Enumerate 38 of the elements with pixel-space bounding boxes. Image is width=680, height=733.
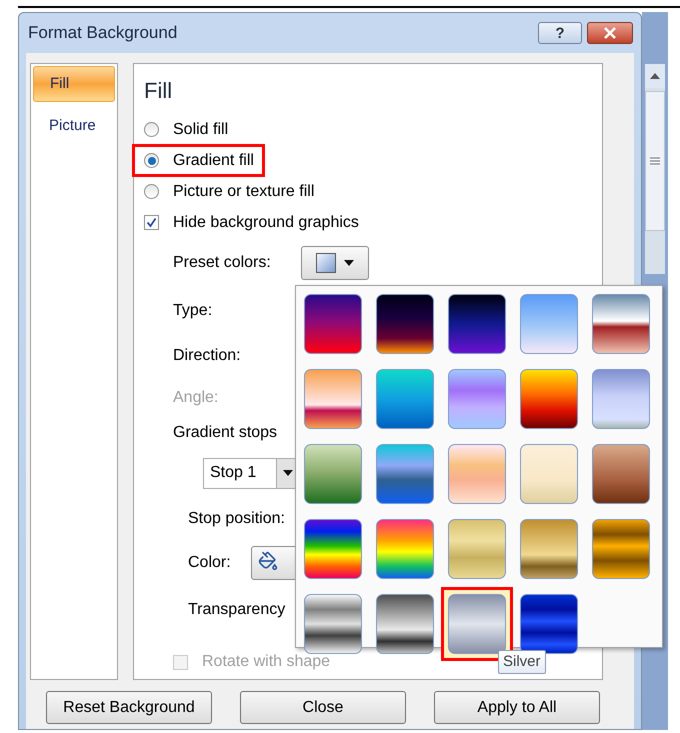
scrollbar-drawing[interactable] (645, 64, 665, 274)
checkbox[interactable] (144, 215, 159, 230)
option-label: Picture or texture fill (173, 182, 314, 202)
field-label: Transparency (188, 600, 286, 620)
radio-button[interactable] (144, 122, 159, 137)
field-label: Gradient stops (173, 423, 278, 443)
field-label: Color: (188, 553, 231, 573)
field-label: Type: (173, 300, 212, 320)
section-title: Fill (144, 77, 174, 105)
close-icon (603, 27, 617, 39)
category-tab[interactable]: Picture (33, 108, 115, 144)
fill-option[interactable]: Solid fill (132, 113, 240, 146)
field-label: Preset colors: (173, 253, 272, 273)
field-label: Stop position: (188, 509, 285, 529)
field-label: Angle: (173, 388, 218, 408)
gradient-swatch-icon (316, 253, 336, 273)
option-label: Gradient fill (173, 150, 254, 170)
caret-icon (282, 470, 292, 476)
paint-bucket-icon (258, 551, 278, 571)
dialog-button[interactable]: Apply to All (434, 691, 600, 724)
caret-icon (344, 260, 354, 266)
fill-option[interactable]: Picture or texture fill (132, 175, 326, 208)
option-label: Solid fill (173, 120, 228, 140)
radio-button[interactable] (144, 153, 159, 168)
checkbox-label: Rotate with shape (202, 652, 330, 672)
field-label: Direction: (173, 346, 241, 366)
category-tab[interactable]: Fill (33, 66, 115, 102)
fill-option[interactable]: Gradient fill (132, 144, 265, 177)
close-button[interactable] (587, 22, 633, 44)
preset-colors-dropdown[interactable] (301, 246, 369, 280)
checkbox-label: Hide background graphics (173, 212, 359, 232)
dialog-button[interactable]: Reset Background (46, 691, 212, 724)
checkmark-icon (146, 217, 157, 228)
radio-button[interactable] (144, 184, 159, 199)
help-button[interactable]: ? (538, 22, 582, 44)
window-title: Format Background (27, 22, 178, 44)
tooltip: Silver (498, 650, 546, 674)
dialog-button[interactable]: Close (240, 691, 406, 724)
